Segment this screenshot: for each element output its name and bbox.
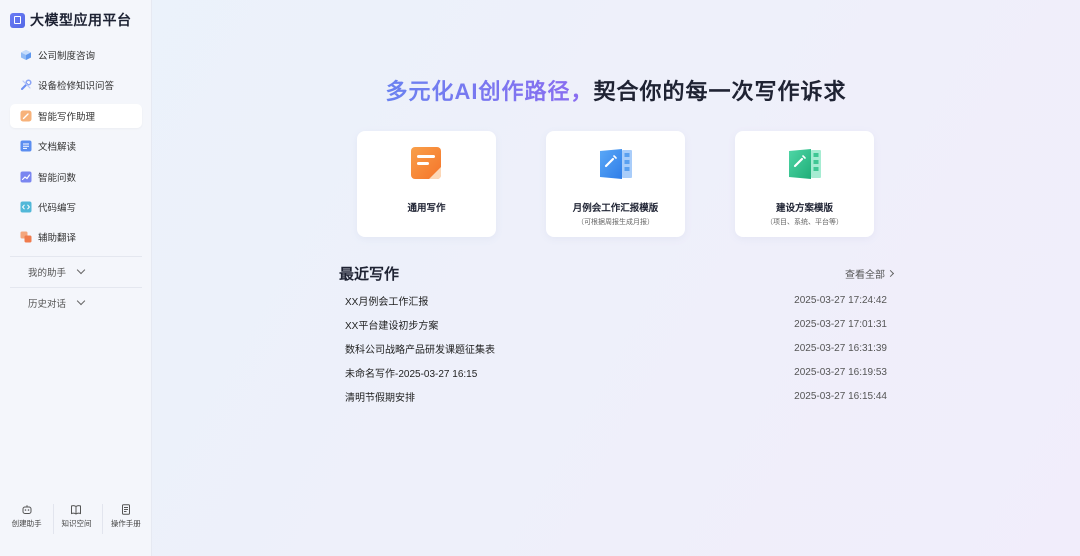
card-monthly-report-template[interactable]: 月例会工作汇报模版 （可根据周报生成月报） xyxy=(546,131,685,237)
sidebar-item-translate[interactable]: 辅助翻译 xyxy=(10,225,142,249)
chevron-right-icon xyxy=(886,269,895,278)
sidebar-item-label: 智能写作助理 xyxy=(38,111,96,123)
sidebar-item-smart-data[interactable]: 智能问数 xyxy=(10,165,142,189)
sidebar-item-label: 文档解读 xyxy=(38,142,77,154)
item-time: 2025-03-27 16:31:39 xyxy=(794,342,887,354)
headline-rest: 契合你的每一次写作诉求 xyxy=(593,79,847,104)
item-title: 未命名写作-2025-03-27 16:15 xyxy=(345,368,478,380)
recent-list: XX月例会工作汇报 2025-03-27 17:24:42 XX平台建设初步方案… xyxy=(339,288,893,408)
film-edit-icon xyxy=(599,149,632,179)
list-item[interactable]: 未命名写作-2025-03-27 16:15 2025-03-27 16:19:… xyxy=(339,360,893,384)
item-title: 数科公司战略产品研发课题征集表 xyxy=(345,344,495,356)
footer-label: 操作手册 xyxy=(110,519,141,528)
group-label: 历史对话 xyxy=(28,298,67,310)
card-subtitle: （可根据周报生成月报） xyxy=(577,219,654,226)
create-assistant-button[interactable]: 创建助手 xyxy=(4,504,50,534)
knowledge-space-button[interactable]: 知识空间 xyxy=(52,504,99,534)
chevron-down-icon xyxy=(76,265,86,275)
recent-title: 最近写作 xyxy=(339,266,400,283)
film-edit-icon xyxy=(788,149,821,179)
sidebar-item-code-writing[interactable]: 代码编写 xyxy=(10,195,142,219)
sidebar-item-policy-consult[interactable]: 公司制度咨询 xyxy=(10,43,142,67)
pen-icon xyxy=(20,110,32,122)
sidebar-footer: 创建助手 知识空间 操作手册 xyxy=(0,504,152,534)
sidebar-group-history[interactable]: 历史对话 xyxy=(10,287,142,317)
headline-highlight: 多元化AI创作路径， xyxy=(385,79,594,104)
translate-icon xyxy=(20,231,32,243)
chevron-down-icon xyxy=(76,296,86,306)
note-icon xyxy=(410,147,441,179)
card-general-writing[interactable]: 通用写作 xyxy=(357,131,496,237)
document-icon xyxy=(20,140,32,152)
user-manual-button[interactable]: 操作手册 xyxy=(102,504,148,534)
card-construction-plan-template[interactable]: 建设方案模版 （项目、系统、平台等） xyxy=(735,131,874,237)
item-time: 2025-03-27 17:01:31 xyxy=(794,318,887,330)
sidebar: 大模型应用平台 公司制度咨询 设备检修知识问答 智能写作助理 文档解读 智能问数… xyxy=(0,0,152,556)
manual-icon xyxy=(121,504,130,515)
box-icon xyxy=(21,50,31,60)
group-label: 我的助手 xyxy=(28,267,67,279)
list-item[interactable]: 清明节假期安排 2025-03-27 16:15:44 xyxy=(339,384,893,408)
item-title: XX月例会工作汇报 xyxy=(345,296,429,308)
sidebar-item-label: 设备检修知识问答 xyxy=(38,81,115,93)
list-item[interactable]: 数科公司战略产品研发课题征集表 2025-03-27 16:31:39 xyxy=(339,336,893,360)
recent-header: 最近写作 查看全部 xyxy=(339,263,895,284)
view-all-link[interactable]: 查看全部 xyxy=(845,266,895,281)
card-subtitle: （项目、系统、平台等） xyxy=(766,219,843,226)
sidebar-item-label: 公司制度咨询 xyxy=(38,51,96,62)
app-title: 大模型应用平台 xyxy=(30,12,132,28)
page-headline: 多元化AI创作路径，契合你的每一次写作诉求 xyxy=(152,74,1080,106)
card-title: 通用写作 xyxy=(407,203,446,214)
sidebar-item-maintenance-qa[interactable]: 设备检修知识问答 xyxy=(10,73,142,97)
item-time: 2025-03-27 16:19:53 xyxy=(794,366,887,378)
item-time: 2025-03-27 16:15:44 xyxy=(794,390,887,402)
footer-label: 知识空间 xyxy=(61,519,92,528)
wrench-icon xyxy=(21,79,32,91)
card-title: 月例会工作汇报模版 xyxy=(572,203,659,214)
sidebar-item-doc-interpret[interactable]: 文档解读 xyxy=(10,134,142,158)
sidebar-item-label: 智能问数 xyxy=(38,172,77,184)
item-title: 清明节假期安排 xyxy=(345,392,415,404)
sidebar-group-my-assistants[interactable]: 我的助手 xyxy=(10,256,142,286)
template-cards: 通用写作 月例会工作汇报模版 （可根据周报生成月报） 建设方案模版 （项目、系统… xyxy=(357,131,874,237)
item-time: 2025-03-27 17:24:42 xyxy=(794,294,887,306)
view-all-label: 查看全部 xyxy=(845,270,885,281)
sidebar-nav: 公司制度咨询 设备检修知识问答 智能写作助理 文档解读 智能问数 代码编写 辅助… xyxy=(10,43,142,256)
sidebar-item-label: 辅助翻译 xyxy=(38,233,77,245)
logo-icon xyxy=(10,12,25,28)
list-item[interactable]: XX平台建设初步方案 2025-03-27 17:01:31 xyxy=(339,312,893,336)
book-icon xyxy=(71,505,82,515)
robot-icon xyxy=(22,505,32,514)
chart-icon xyxy=(20,171,32,183)
footer-label: 创建助手 xyxy=(11,519,42,528)
sidebar-item-label: 代码编写 xyxy=(38,202,77,214)
app-logo[interactable]: 大模型应用平台 xyxy=(10,11,132,29)
main-content: 多元化AI创作路径，契合你的每一次写作诉求 通用写作 月例会工作汇报模版 （可根… xyxy=(152,0,1080,556)
code-icon xyxy=(20,201,32,213)
item-title: XX平台建设初步方案 xyxy=(345,320,439,332)
card-title: 建设方案模版 xyxy=(775,203,833,214)
list-item[interactable]: XX月例会工作汇报 2025-03-27 17:24:42 xyxy=(339,288,893,312)
sidebar-item-writing-assistant[interactable]: 智能写作助理 xyxy=(10,103,142,128)
